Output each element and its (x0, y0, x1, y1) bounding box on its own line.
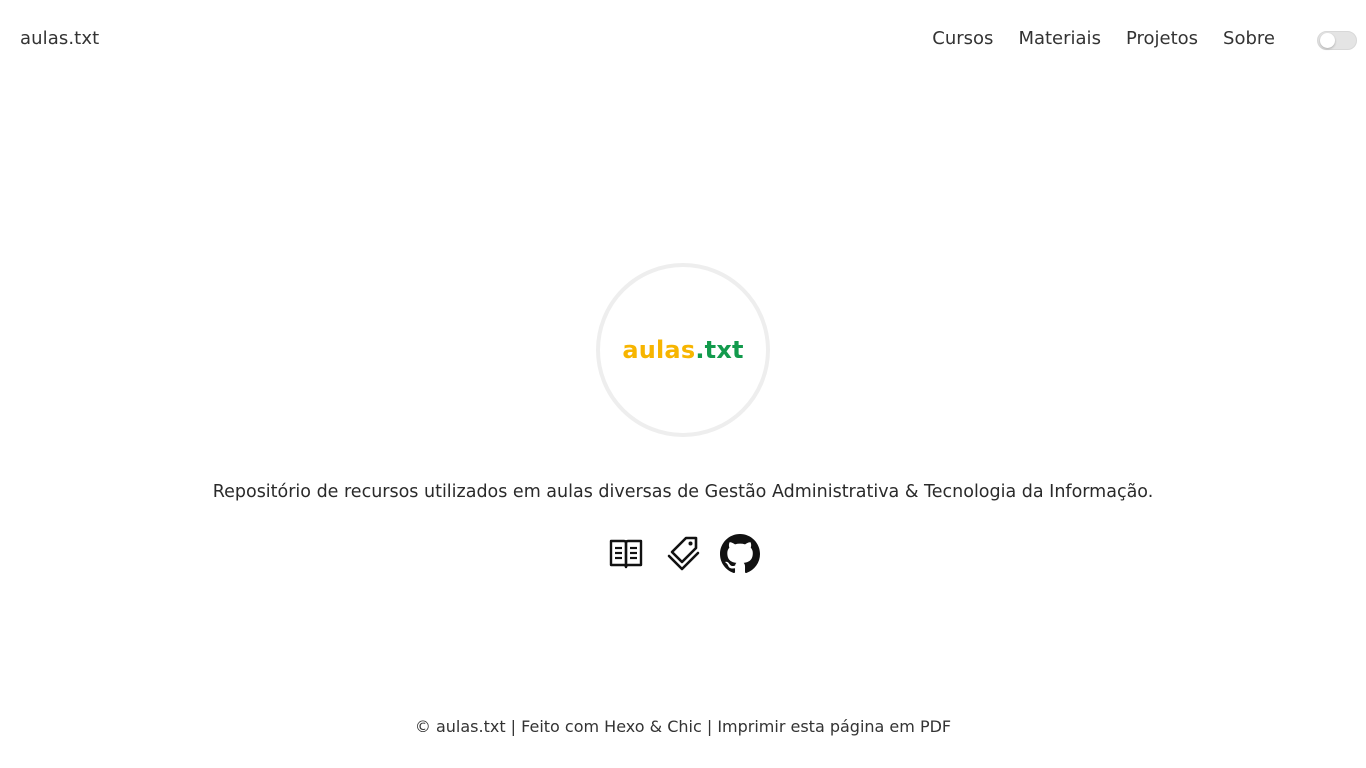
github-icon[interactable] (720, 534, 760, 574)
site-header: aulas.txt Cursos Materiais Projetos Sobr… (0, 0, 1366, 80)
site-title-link[interactable]: aulas.txt (20, 28, 99, 49)
tag-icon[interactable] (664, 534, 704, 574)
nav-item-sobre[interactable]: Sobre (1223, 28, 1275, 49)
print-pdf-link[interactable]: Imprimir esta página em PDF (717, 717, 951, 736)
footer-made-with-link[interactable]: Feito com Hexo & Chic (521, 717, 702, 736)
social-links (606, 534, 766, 574)
site-description: Repositório de recursos utilizados em au… (212, 482, 1154, 502)
footer-separator: | (505, 717, 522, 736)
book-icon[interactable] (606, 534, 646, 574)
nav-item-materiais[interactable]: Materiais (1018, 28, 1101, 49)
site-logo: aulas.txt (622, 336, 743, 364)
nav-item-projetos[interactable]: Projetos (1126, 28, 1198, 49)
toggle-knob (1320, 33, 1335, 48)
main-nav: Cursos Materiais Projetos Sobre (907, 28, 1275, 49)
site-footer: © aulas.txt | Feito com Hexo & Chic | Im… (0, 717, 1366, 736)
nav-item-cursos[interactable]: Cursos (932, 28, 993, 49)
logo-text-txt: .txt (695, 336, 744, 364)
dark-mode-toggle[interactable] (1317, 31, 1357, 50)
footer-separator: | (701, 717, 718, 736)
footer-copyright: © aulas.txt (414, 717, 506, 736)
avatar: aulas.txt (596, 263, 770, 437)
logo-text-aulas: aulas (622, 336, 696, 364)
